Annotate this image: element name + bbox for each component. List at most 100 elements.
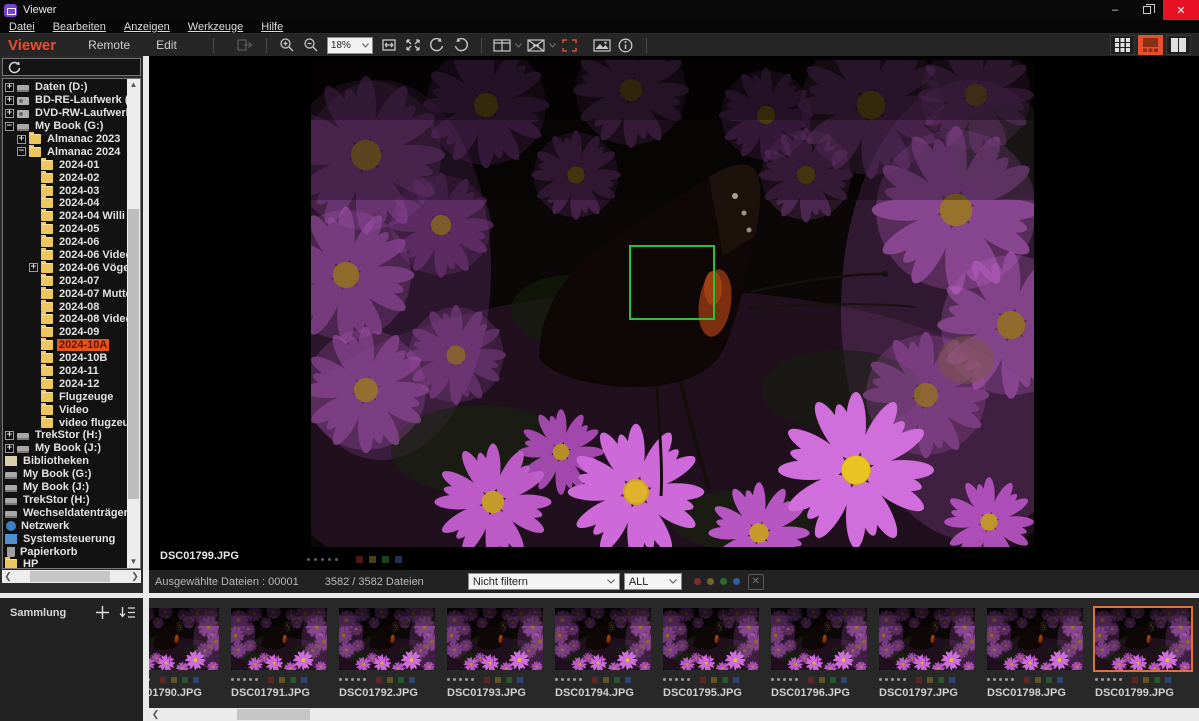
add-collection-icon[interactable] [96,606,109,619]
fit-width-icon[interactable] [377,35,401,55]
tree-item[interactable]: 2024-04 [3,197,127,210]
tab-edit[interactable]: Edit [156,38,177,52]
compare-grid-icon[interactable] [490,35,514,55]
color-label-green[interactable] [382,556,389,563]
menu-datei[interactable]: Datei [0,21,44,33]
restore-button[interactable] [1131,0,1163,20]
tree-item[interactable]: BD-RE-Laufwerk (E:) [3,94,127,107]
color-label-blue[interactable] [395,556,402,563]
tree-item[interactable]: Video [3,403,127,416]
filmstrip-thumbnail[interactable]: DSC01798.JPG [981,604,1089,699]
menu-anzeigen[interactable]: Anzeigen [115,21,179,33]
tree-item[interactable]: 2024-06 [3,236,127,249]
export-icon[interactable] [234,35,258,55]
color-label-red[interactable] [484,677,490,683]
rating-dots-icon[interactable] [307,558,310,561]
color-label-blue[interactable] [1165,677,1171,683]
rating-dots-icon[interactable] [231,678,234,681]
tree-item[interactable]: My Book (G:) [3,120,127,133]
rating-dots-icon[interactable] [447,678,450,681]
color-label-green[interactable] [398,677,404,683]
color-label-yellow[interactable] [279,677,285,683]
color-filter-red[interactable] [694,578,701,585]
scrollbar-thumb[interactable] [30,571,110,582]
thumbnail-image[interactable] [877,606,977,672]
color-label-red[interactable] [1024,677,1030,683]
color-label-red[interactable] [160,677,166,683]
color-label-red[interactable] [700,677,706,683]
color-label-blue[interactable] [409,677,415,683]
tree-item[interactable]: 2024-01 [3,158,127,171]
expander-icon[interactable] [5,109,14,118]
thumbnail-image[interactable] [149,606,221,672]
tree-item[interactable]: Daten (D:) [3,81,127,94]
scroll-left-icon[interactable]: ❮ [2,570,14,583]
tree-item[interactable]: 2024-05 [3,223,127,236]
filmstrip-thumbnail[interactable]: DSC01796.JPG [765,604,873,699]
tree-horizontal-scrollbar[interactable]: ❮ ❯ [2,570,141,583]
zoom-in-icon[interactable] [275,35,299,55]
color-label-red[interactable] [916,677,922,683]
scrollbar-thumb[interactable] [237,709,310,720]
color-label-green[interactable] [182,677,188,683]
tree-item-selected[interactable]: 2024-10A [3,339,127,352]
thumbnail-image[interactable] [337,606,437,672]
tree-item[interactable]: 2024-08 Video [3,313,127,326]
color-label-yellow[interactable] [387,677,393,683]
tree-item[interactable]: video flugzeuge [3,416,127,429]
sort-icon[interactable] [119,606,135,619]
expander-icon[interactable] [5,83,14,92]
zoom-level-select[interactable]: 18% [327,37,373,54]
color-filter-yellow[interactable] [707,578,714,585]
tree-item[interactable]: 2024-08 [3,300,127,313]
thumbnail-image[interactable] [553,606,653,672]
color-label-blue[interactable] [841,677,847,683]
rotate-right-icon[interactable] [449,35,473,55]
focus-frame-icon[interactable] [558,35,582,55]
minimize-button[interactable]: – [1099,0,1131,20]
tree-item[interactable]: 2024-04 Willi [3,210,127,223]
filmstrip-thumbnail[interactable]: DSC01793.JPG [441,604,549,699]
tree-item[interactable]: 2024-06 Vögel [3,261,127,274]
tree-item[interactable]: 2024-06 Video [3,249,127,262]
tree-item[interactable]: 2024-09 [3,326,127,339]
color-label-green[interactable] [290,677,296,683]
color-label-yellow[interactable] [819,677,825,683]
color-label-blue[interactable] [733,677,739,683]
expander-icon[interactable] [5,122,14,131]
color-label-red[interactable] [1132,677,1138,683]
color-label-blue[interactable] [949,677,955,683]
color-label-yellow[interactable] [495,677,501,683]
tree-item[interactable]: Wechseldatenträger (L:) [3,506,127,519]
zoom-out-icon[interactable] [299,35,323,55]
clear-filter-button[interactable]: ✕ [748,574,764,590]
filmstrip-scrollbar[interactable]: ❮ [149,708,1199,721]
scroll-right-icon[interactable]: ❯ [129,570,141,583]
focus-grid-dropdown-icon[interactable] [548,35,558,55]
menu-bearbeiten[interactable]: Bearbeiten [44,21,115,33]
rating-dots-icon[interactable] [1095,678,1098,681]
info-icon[interactable] [614,35,638,55]
rating-dots-icon[interactable] [879,678,882,681]
expander-icon[interactable] [5,431,14,440]
scroll-down-icon[interactable]: ▼ [127,556,140,568]
two-pane-view-button[interactable] [1166,35,1191,55]
filmstrip-thumbnail[interactable]: DSC01795.JPG [657,604,765,699]
tree-item[interactable]: DVD-RW-Laufwerk (F:) [3,107,127,120]
expander-icon[interactable] [5,444,14,453]
thumbnail-image[interactable] [229,606,329,672]
tree-item[interactable]: TrekStor (H:) [3,494,127,507]
color-label-yellow[interactable] [603,677,609,683]
color-label-yellow[interactable] [369,556,376,563]
rating-dots-icon[interactable] [555,678,558,681]
expander-icon[interactable] [29,263,38,272]
expander-icon[interactable] [17,135,26,144]
compare-grid-dropdown-icon[interactable] [514,35,524,55]
filmstrip-thumbnail[interactable]: DSC01794.JPG [549,604,657,699]
tree-item[interactable]: HP [3,558,127,569]
refresh-icon[interactable] [8,61,21,74]
color-label-green[interactable] [506,677,512,683]
tree-item[interactable]: Systemsteuerung [3,532,127,545]
color-label-yellow[interactable] [171,677,177,683]
grid-view-button[interactable] [1110,35,1135,55]
